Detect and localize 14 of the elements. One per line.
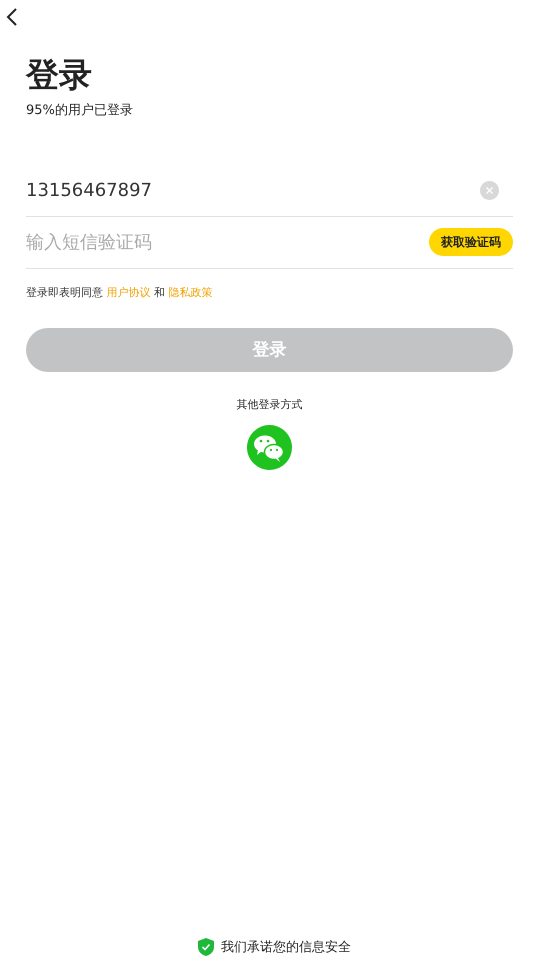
security-note: 我们承诺您的信息安全 xyxy=(221,939,351,956)
code-field[interactable]: 输入短信验证码 xyxy=(26,232,429,253)
chat-bubbles-icon[interactable] xyxy=(247,424,292,470)
subtitle: 95%的用户已登录 xyxy=(26,102,134,119)
agreement-text: 登录即表明同意 用户协议 和 隐私政策 xyxy=(26,284,214,300)
phone-field[interactable]: 13156467897 xyxy=(26,180,480,201)
other-methods-label: 其他登录方式 xyxy=(236,396,304,412)
back-button[interactable] xyxy=(5,6,19,28)
page-title: 登录 xyxy=(26,55,93,95)
shield-icon xyxy=(198,938,214,956)
user-agreement-link[interactable]: 用户协议 xyxy=(106,286,150,299)
clear-icon[interactable] xyxy=(480,180,499,200)
get-code-button[interactable]: 获取验证码 xyxy=(429,228,513,256)
privacy-policy-link[interactable]: 隐私政策 xyxy=(168,286,212,299)
